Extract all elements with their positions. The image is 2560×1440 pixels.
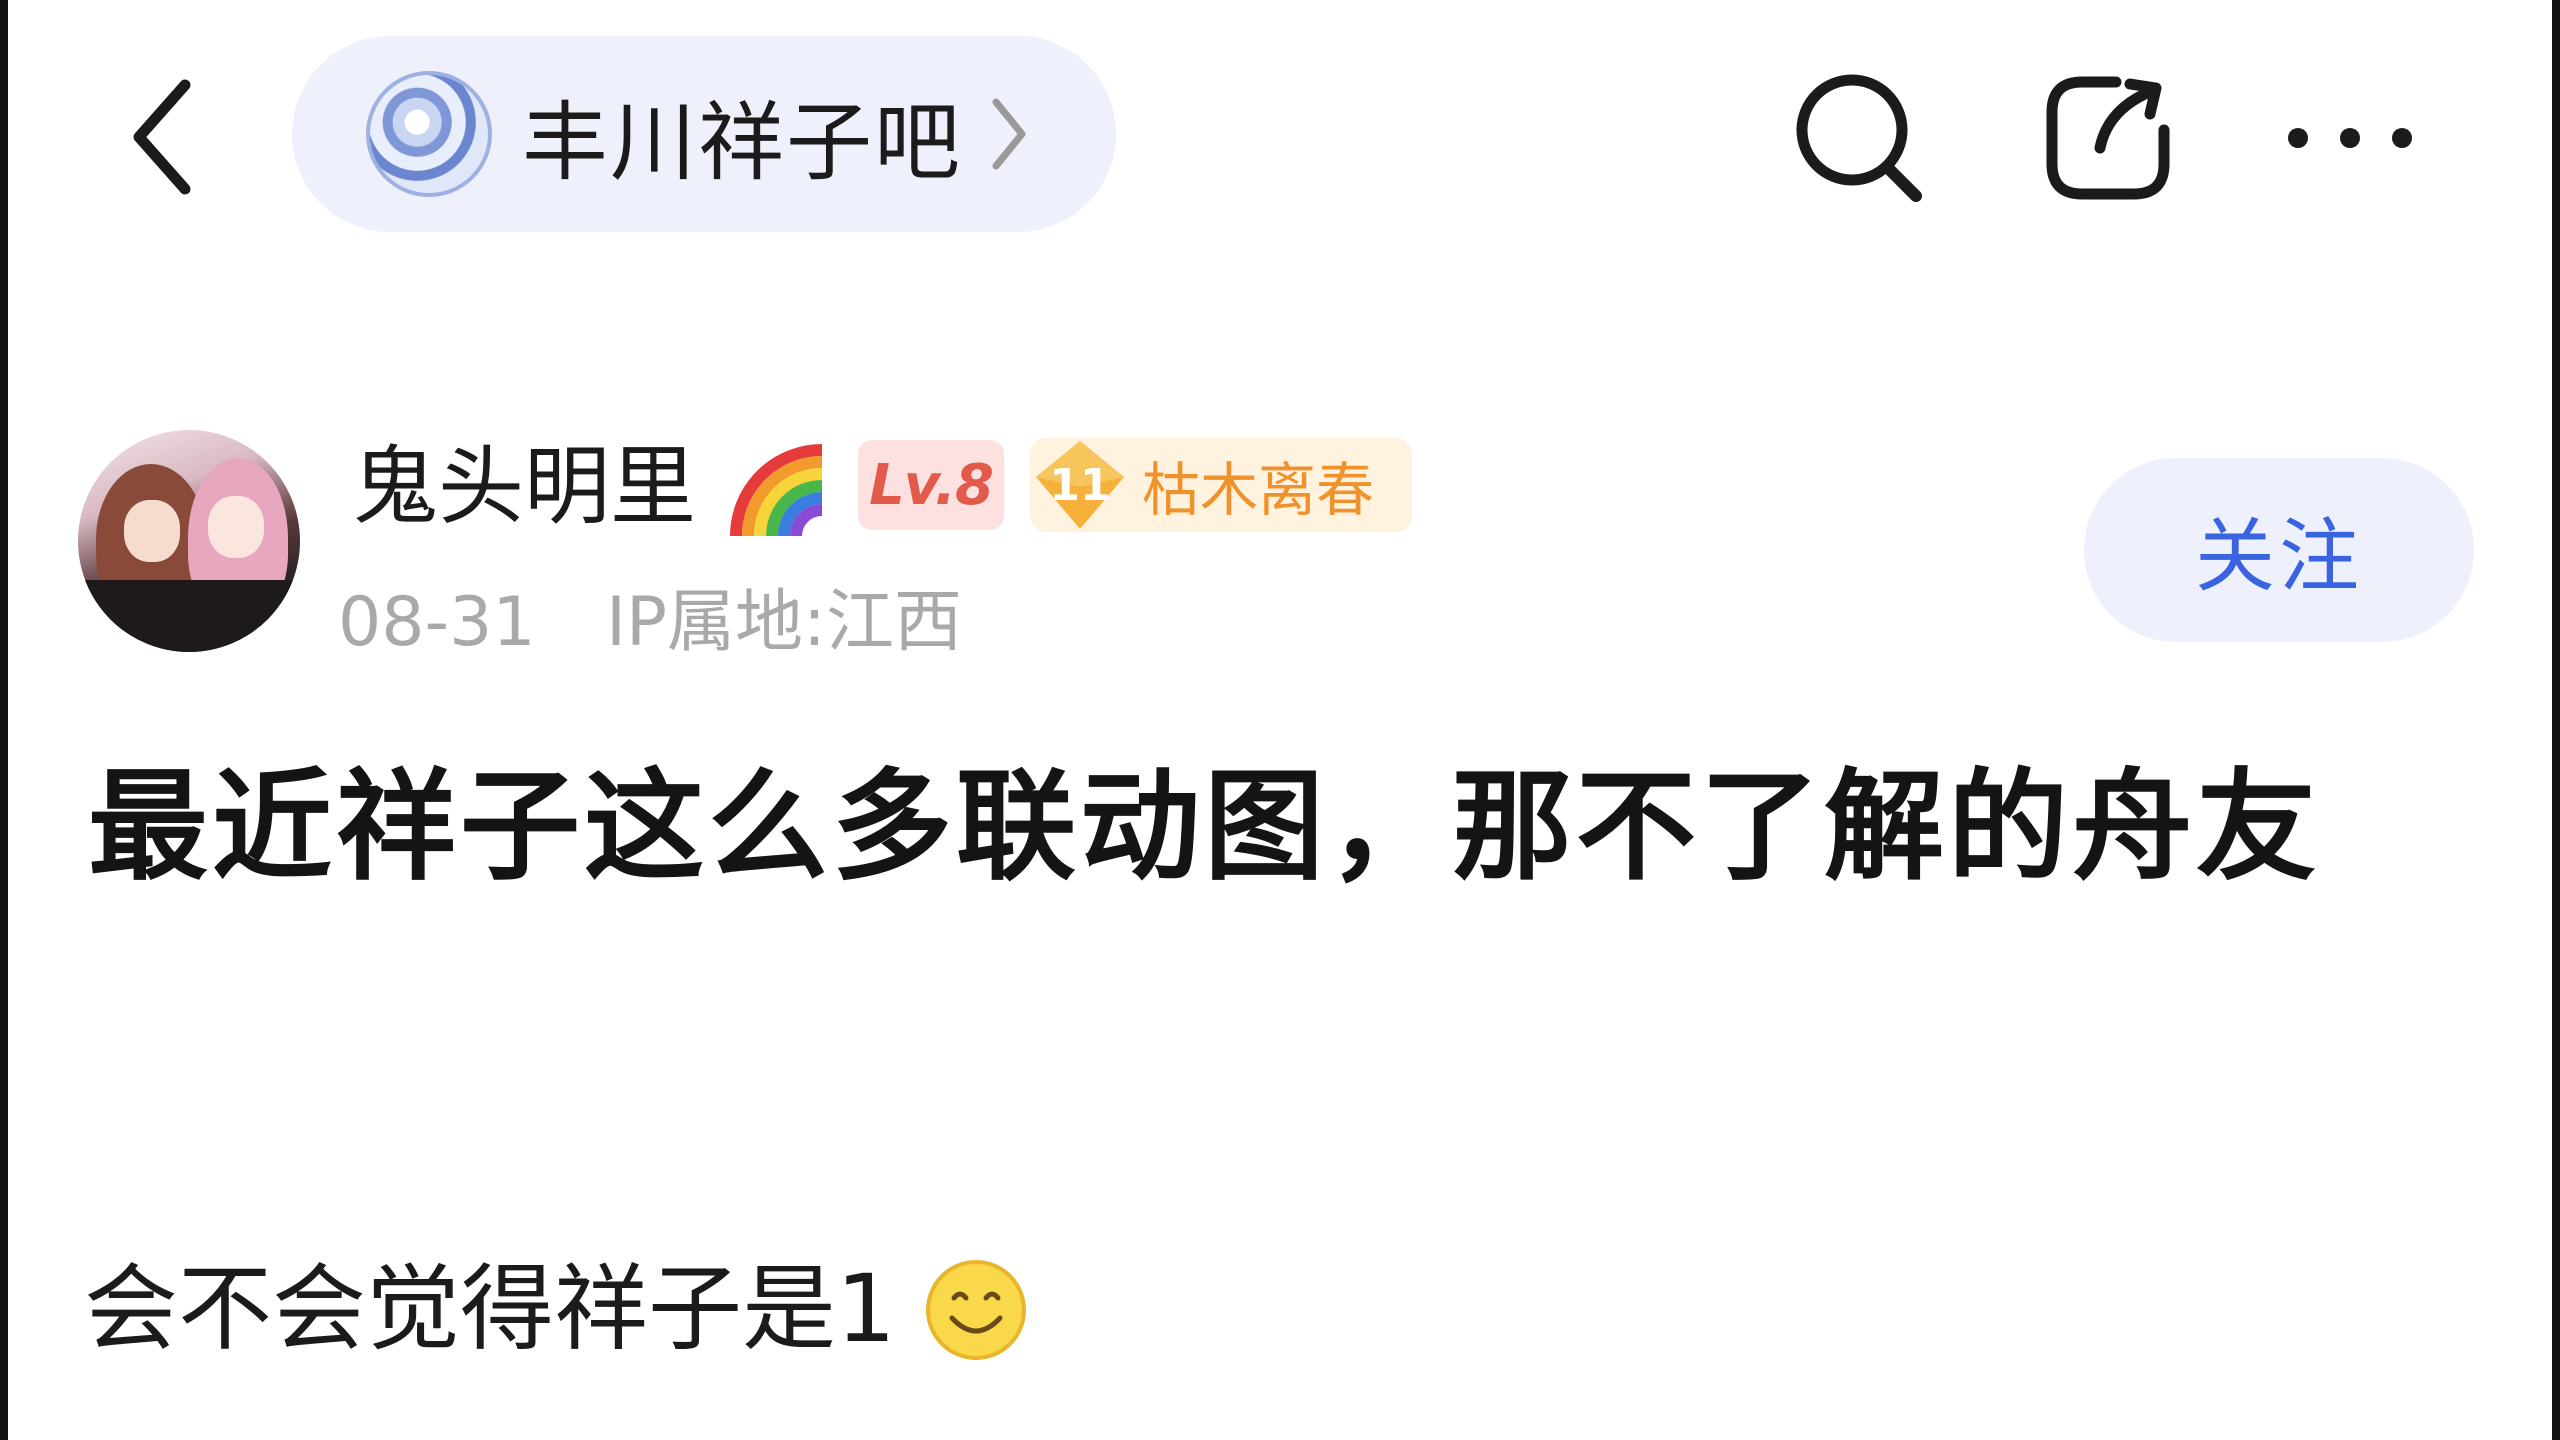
rank-badge: 11 枯木离春 [1030,438,1412,532]
rank-level: 11 [1049,459,1111,511]
chevron-left-icon [133,79,191,195]
user-avatar[interactable] [78,430,300,652]
rainbow-icon [730,444,823,537]
search-icon [1796,74,1922,202]
user-name[interactable]: 鬼头明里 [352,432,696,542]
back-button[interactable] [112,62,212,212]
share-button[interactable] [2038,68,2178,208]
forum-pill[interactable]: 丰川祥子吧 [292,36,1116,232]
more-button[interactable] [2280,68,2420,208]
search-button[interactable] [1790,68,1930,208]
post-date: 08-31 [338,583,536,662]
chevron-right-icon [988,94,1028,174]
frame-edge-left [0,0,8,1440]
post-ip-location: IP属地:江西 [606,583,962,662]
rank-title: 枯木离春 [1142,456,1375,524]
forum-name: 丰川祥子吧 [522,92,962,193]
forum-avatar [366,71,492,197]
frame-edge-right [2552,0,2560,1440]
follow-button[interactable]: 关注 [2084,458,2474,642]
smile-emoji-icon [925,1260,1026,1360]
share-icon [2046,76,2170,200]
post-body: 会不会觉得祥子是1 [84,1250,1028,1370]
more-icon [2288,128,2412,148]
post-title: 最近祥子这么多联动图，那不了解的舟友 [88,758,2320,897]
level-badge: Lv.8 [858,440,1004,530]
post-body-text: 会不会觉得祥子是1 [84,1255,896,1364]
rank-diamond-icon: 11 [1032,437,1128,533]
